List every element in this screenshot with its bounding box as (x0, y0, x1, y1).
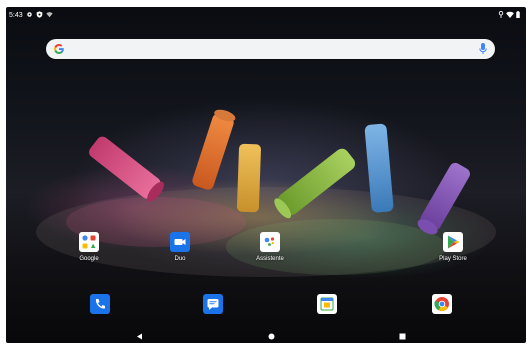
app-google[interactable]: Google (59, 232, 119, 262)
calendar-icon[interactable] (317, 294, 337, 314)
assistant-icon (260, 232, 280, 252)
settings-gear-icon (27, 12, 32, 17)
app-duo[interactable]: Duo (150, 232, 210, 262)
wifi-icon (46, 12, 53, 18)
app-play-store[interactable]: Play Store (423, 232, 483, 262)
app-label-play-store: Play Store (439, 256, 467, 262)
microphone-icon[interactable] (479, 43, 487, 55)
battery-icon (516, 11, 520, 18)
play-store-icon (443, 232, 463, 252)
recents-icon[interactable] (399, 333, 406, 340)
navigation-bar (6, 330, 526, 343)
status-right-icons (498, 11, 520, 18)
vpn-key-icon (498, 11, 504, 18)
app-assistente[interactable]: Assistente (240, 232, 300, 262)
status-bar: 5:43 (6, 7, 526, 25)
google-folder-icon (79, 232, 99, 252)
status-time: 5:43 (9, 12, 23, 19)
wifi-icon (506, 11, 514, 18)
google-g-icon (54, 44, 64, 54)
app-label-duo: Duo (174, 256, 186, 262)
app-label-assistente: Assistente (256, 256, 284, 262)
home-screen: 5:43 Google Duo Assistente Play Store (6, 7, 526, 343)
home-icon[interactable] (268, 333, 275, 340)
app-label-google: Google (79, 256, 99, 262)
google-search-bar[interactable] (46, 39, 495, 59)
shield-icon (36, 11, 43, 18)
messages-icon[interactable] (203, 294, 223, 314)
chrome-icon[interactable] (432, 294, 452, 314)
phone-icon[interactable] (90, 294, 110, 314)
back-icon[interactable] (136, 333, 143, 340)
duo-video-icon (170, 232, 190, 252)
